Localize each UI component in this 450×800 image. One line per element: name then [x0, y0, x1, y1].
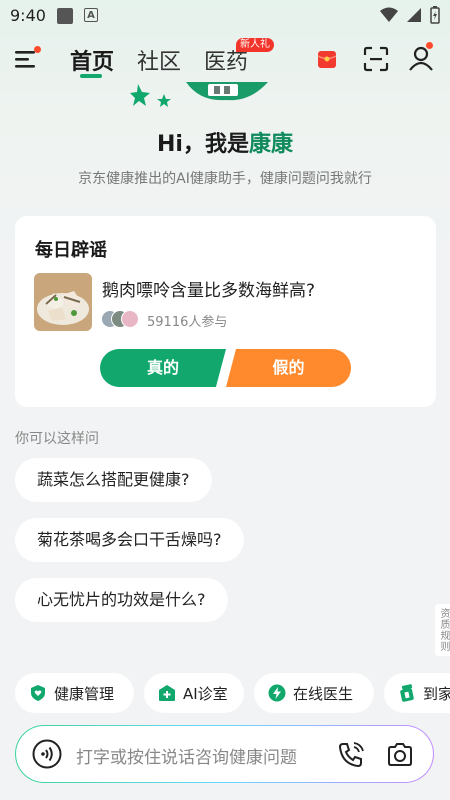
- suggestion-chip[interactable]: 蔬菜怎么搭配更健康?: [15, 458, 212, 502]
- hospital-plus-icon: [159, 685, 175, 701]
- assistant-name: 康康: [248, 132, 293, 157]
- hero-title: Hi，我是康康: [0, 126, 450, 158]
- tab-community[interactable]: 社区: [137, 44, 181, 76]
- notification-icon: [57, 8, 73, 24]
- new-user-gift-badge: 新人礼: [236, 38, 274, 52]
- red-packet-icon[interactable]: [316, 48, 338, 70]
- wifi-icon: [380, 7, 398, 22]
- quick-action-label: AI诊室: [183, 684, 228, 703]
- quick-action-label: 到家: [423, 684, 450, 703]
- quick-actions-row: 健康管理 AI诊室 在线医生 到家: [15, 673, 450, 713]
- participant-count: 59116人参与: [147, 315, 228, 330]
- battery-icon: [430, 6, 440, 24]
- suggestion-chip[interactable]: 心无忧片的功效是什么?: [15, 578, 228, 622]
- quick-action-label: 健康管理: [54, 684, 115, 703]
- voice-input-icon[interactable]: [32, 739, 62, 769]
- daily-rumor-card: 每日辟谣 鹅肉嘌呤含量比多数海鲜高? 59116人参与 真的 假的: [15, 216, 436, 407]
- profile-notification-dot: [426, 42, 433, 49]
- hero-greeting: Hi，我是: [157, 132, 249, 157]
- participant-avatars: [101, 310, 141, 328]
- quick-action-label: 在线医生: [293, 684, 354, 703]
- phone-call-icon[interactable]: [337, 741, 365, 769]
- quick-action-health-management[interactable]: 健康管理: [15, 673, 134, 713]
- ask-input-placeholder[interactable]: 打字或按住说话咨询健康问题: [76, 743, 297, 768]
- avatar: [121, 310, 139, 328]
- tab-home[interactable]: 首页: [70, 44, 114, 76]
- mascot-illustration: [130, 82, 268, 107]
- system-icons: [380, 6, 440, 24]
- shield-heart-icon: [31, 685, 45, 701]
- vote-false-button[interactable]: 假的: [226, 349, 351, 387]
- hero-subtitle: 京东健康推出的AI健康助手，健康问题问我就行: [78, 171, 372, 187]
- status-time: 9:40: [10, 6, 46, 25]
- quick-action-online-doctor[interactable]: 在线医生: [254, 673, 374, 713]
- scan-icon[interactable]: [363, 46, 389, 72]
- quick-action-home-delivery[interactable]: 到家: [384, 673, 450, 713]
- medicine-bottle-icon: [400, 684, 414, 702]
- camera-icon[interactable]: [386, 741, 414, 769]
- vote-true-button[interactable]: 真的: [100, 349, 226, 387]
- status-bar: 9:40 A: [0, 0, 450, 32]
- suggestion-chip[interactable]: 菊花茶喝多会口干舌燥吗?: [15, 518, 244, 562]
- ask-input-bar[interactable]: 打字或按住说话咨询健康问题: [15, 725, 434, 783]
- rumor-card-title: 每日辟谣: [35, 240, 107, 261]
- lightning-icon: [268, 684, 286, 702]
- menu-notification-dot: [34, 46, 41, 53]
- signal-icon: [407, 8, 421, 22]
- top-nav: 首页 社区 医药 新人礼: [0, 38, 450, 82]
- goose-meat-thumbnail: [34, 273, 92, 331]
- suggestions-label: 你可以这样问: [15, 431, 99, 447]
- app-notification-icon: A: [84, 8, 98, 22]
- tab-active-indicator: [80, 74, 102, 78]
- qualification-rules-tab[interactable]: 资质规则: [435, 604, 450, 656]
- quick-action-ai-clinic[interactable]: AI诊室: [144, 673, 244, 713]
- rumor-question: 鹅肉嘌呤含量比多数海鲜高?: [102, 281, 316, 301]
